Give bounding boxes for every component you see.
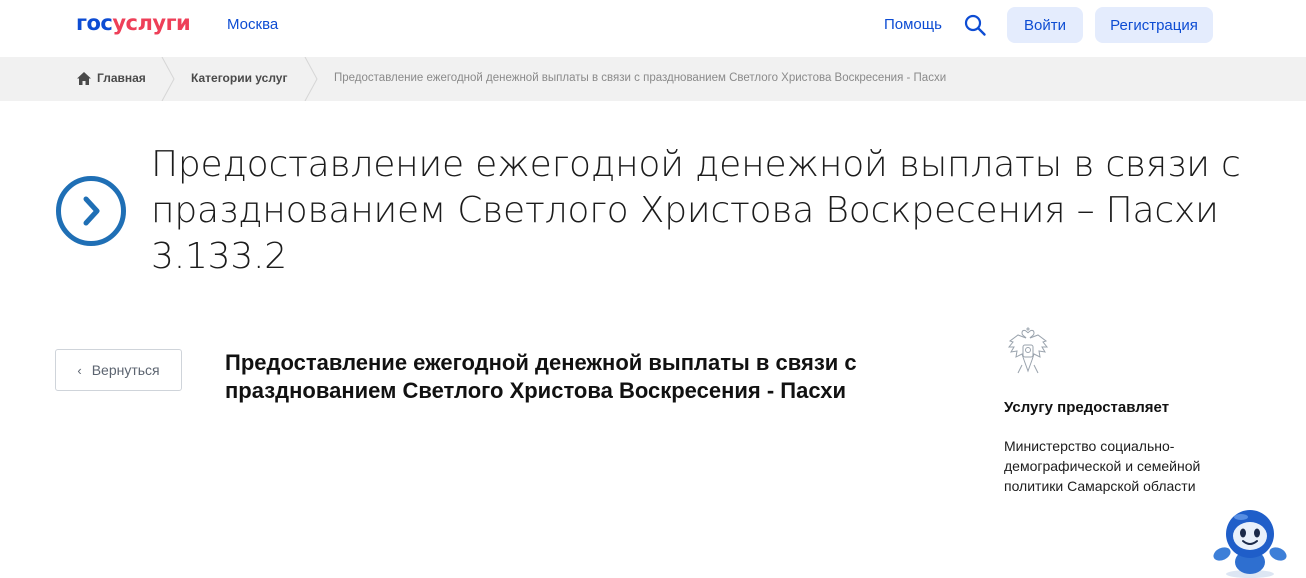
logo-part-gos: гос — [76, 11, 113, 35]
breadcrumb-current: Предоставление ежегодной денежной выплат… — [334, 72, 947, 84]
breadcrumb-home[interactable]: Главная — [77, 71, 146, 85]
logo-part-uslugi: услуги — [112, 11, 191, 35]
service-name: Предоставление ежегодной денежной выплат… — [225, 349, 925, 405]
breadcrumb-separator-icon — [161, 57, 175, 101]
site-header: госуслуги Москва Помощь Войти Регистраци… — [0, 0, 1306, 56]
provider-name-line: Министерство социально- — [1004, 438, 1175, 454]
page-title: Предоставление ежегодной денежной выплат… — [151, 142, 1251, 280]
breadcrumb-categories[interactable]: Категории услуг — [191, 71, 287, 85]
home-icon — [77, 71, 91, 85]
login-button[interactable]: Войти — [1007, 7, 1083, 43]
breadcrumb-home-label: Главная — [97, 71, 146, 85]
coat-of-arms-icon — [1007, 327, 1049, 374]
register-button[interactable]: Регистрация — [1095, 7, 1213, 43]
back-button[interactable]: ‹ Вернуться — [55, 349, 182, 391]
robot-assistant-icon[interactable] — [1208, 506, 1292, 578]
chevron-right-circle-icon — [56, 176, 126, 246]
service-code: 3.133.2 — [151, 236, 288, 277]
gosuslugi-logo[interactable]: госуслуги — [76, 11, 191, 35]
page-title-line: празднованием Светлого Христова Воскресе… — [151, 190, 1219, 231]
provider-name-line: демографической и семейной — [1004, 458, 1201, 474]
breadcrumb-separator-icon — [304, 57, 318, 101]
help-link[interactable]: Помощь — [884, 16, 942, 33]
chevron-left-icon: ‹ — [77, 362, 82, 378]
provider-name: Министерство социально- демографической … — [1004, 436, 1234, 496]
page-title-line: Предоставление ежегодной денежной выплат… — [151, 144, 1241, 185]
back-button-label: Вернуться — [91, 362, 160, 378]
city-selector[interactable]: Москва — [227, 16, 278, 33]
search-icon[interactable] — [963, 13, 987, 37]
provider-label: Услугу предоставляет — [1004, 399, 1170, 416]
service-name-line: празднованием Светлого Христова Воскресе… — [225, 378, 847, 403]
provider-name-line: политики Самарской области — [1004, 478, 1196, 494]
breadcrumb: Главная Категории услуг Предоставление е… — [0, 57, 1306, 101]
service-name-line: Предоставление ежегодной денежной выплат… — [225, 350, 857, 375]
